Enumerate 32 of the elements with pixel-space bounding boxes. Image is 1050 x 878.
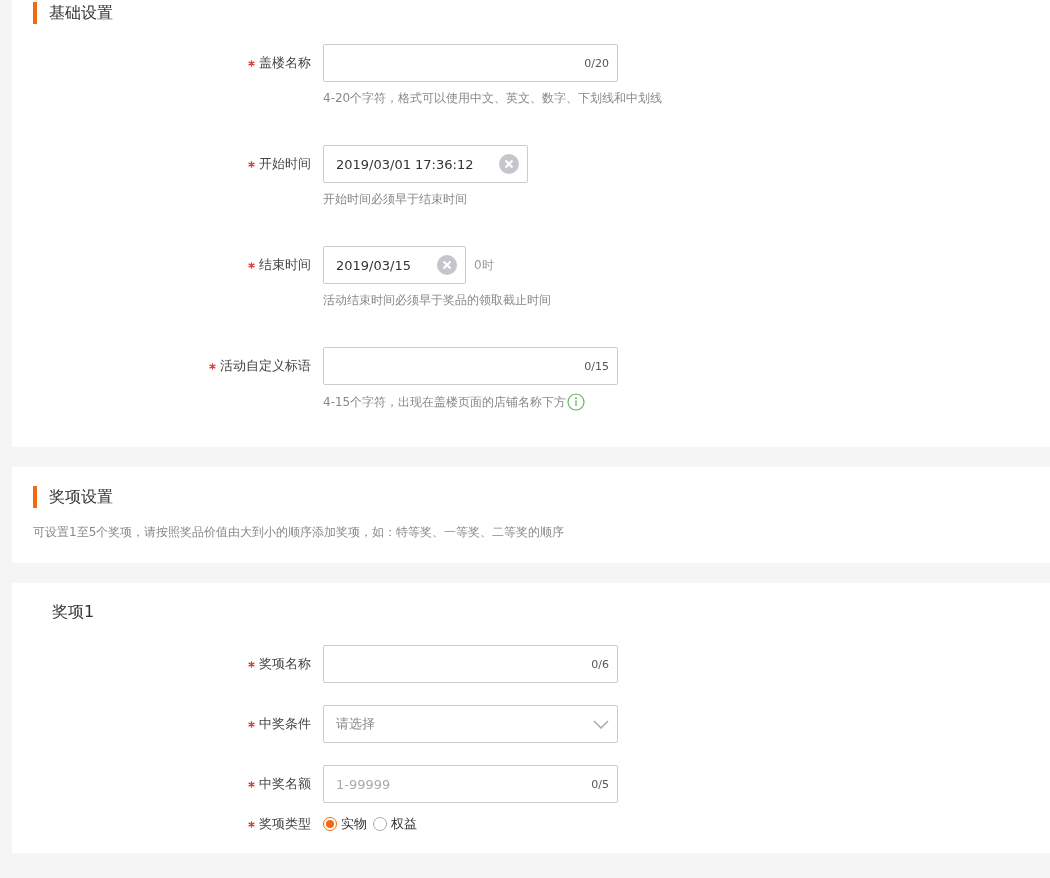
radio-option[interactable]: 权益 xyxy=(373,815,417,833)
field-label: 中奖名额 xyxy=(259,775,311,793)
accent-bar xyxy=(33,2,37,24)
accent-bar xyxy=(33,486,37,508)
date-field[interactable]: 2019/03/01 17:36:12 xyxy=(323,145,529,183)
hint-text: 4-20个字符，格式可以使用中文、英文、数字、下划线和中划线 xyxy=(323,90,663,107)
info-icon[interactable] xyxy=(567,393,586,411)
date-field[interactable]: 2019/03/15 xyxy=(323,246,466,284)
field-label: 中奖条件 xyxy=(259,715,311,733)
hint-text: 开始时间必须早于结束时间 xyxy=(323,191,467,208)
clear-icon[interactable] xyxy=(436,255,457,275)
input-field[interactable]: 0/20 xyxy=(323,44,618,82)
clear-icon[interactable] xyxy=(499,154,520,174)
section-title: 奖项1 xyxy=(52,602,95,623)
chevron-down-icon xyxy=(593,719,609,729)
input-field[interactable]: 0/6 xyxy=(323,645,618,683)
input-field[interactable]: 1-99999 0/5 xyxy=(323,765,618,803)
select-field[interactable]: 请选择 xyxy=(323,705,618,743)
section-description: 可设置1至5个奖项，请按照奖品价值由大到小的顺序添加奖项，如：特等奖、一等奖、二等奖的顺序 xyxy=(33,524,566,541)
radio-option[interactable]: 实物 xyxy=(323,815,367,833)
hint-text: 4-15个字符，出现在盖楼页面的店铺名称下方 xyxy=(323,393,567,411)
field-label: 开始时间 xyxy=(259,155,311,173)
field-label: 活动自定义标语 xyxy=(220,357,311,375)
field-label: 盖楼名称 xyxy=(259,54,311,72)
hint-text: 活动结束时间必须早于奖品的领取截止时间 xyxy=(323,292,551,309)
unit-label: 0时 xyxy=(473,256,494,274)
section-title: 奖项设置 xyxy=(49,486,113,508)
input-field[interactable]: 0/15 xyxy=(323,347,618,385)
field-label: 结束时间 xyxy=(259,256,311,274)
field-label: 奖项类型 xyxy=(259,815,311,833)
field-label: 奖项名称 xyxy=(259,655,311,673)
section-title: 基础设置 xyxy=(49,2,113,24)
